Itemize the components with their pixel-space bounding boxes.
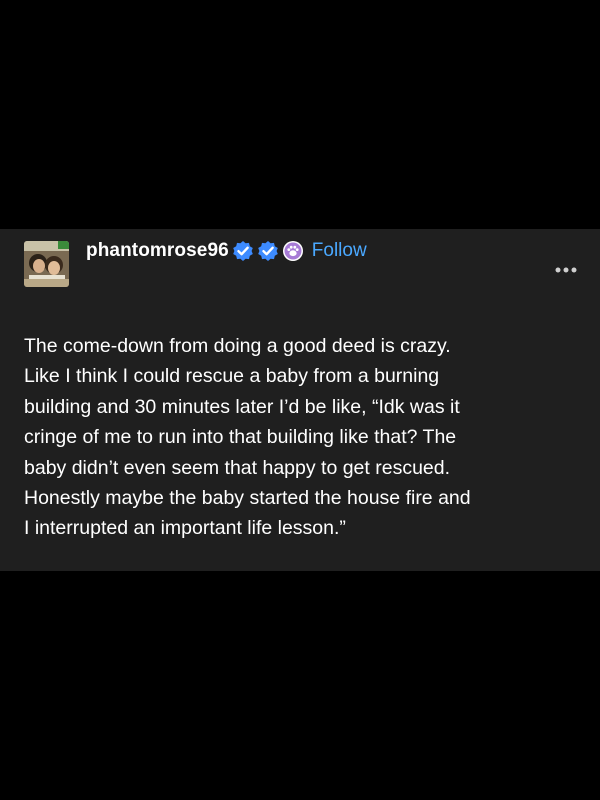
post-body-line: The come-down from doing a good deed is … <box>24 335 451 357</box>
post-body-line: building and 30 minutes later I’d be lik… <box>24 395 460 418</box>
avatar[interactable] <box>24 241 69 287</box>
post-body: The come-down from doing a good deed is … <box>24 331 584 544</box>
post-body-line: baby didn’t even seem that happy to get … <box>24 456 451 479</box>
follow-button[interactable]: Follow <box>312 240 367 262</box>
post-body-line: Honestly maybe the baby started the hous… <box>24 487 471 510</box>
paw-badge-icon <box>282 240 304 262</box>
post-card: phantomrose96 Follow The come-down from … <box>0 229 600 571</box>
ellipsis-icon[interactable] <box>554 261 578 273</box>
post-body-line: cringe of me to run into that building l… <box>24 426 457 449</box>
post-body-line: I interrupted an important life lesson.” <box>24 517 346 540</box>
post-header: phantomrose96 Follow <box>86 239 367 263</box>
username[interactable]: phantomrose96 <box>86 240 229 262</box>
verified-check-icon <box>257 240 279 262</box>
verified-check-icon <box>232 240 254 262</box>
post-body-line: Like I think I could rescue a baby from … <box>24 365 440 388</box>
